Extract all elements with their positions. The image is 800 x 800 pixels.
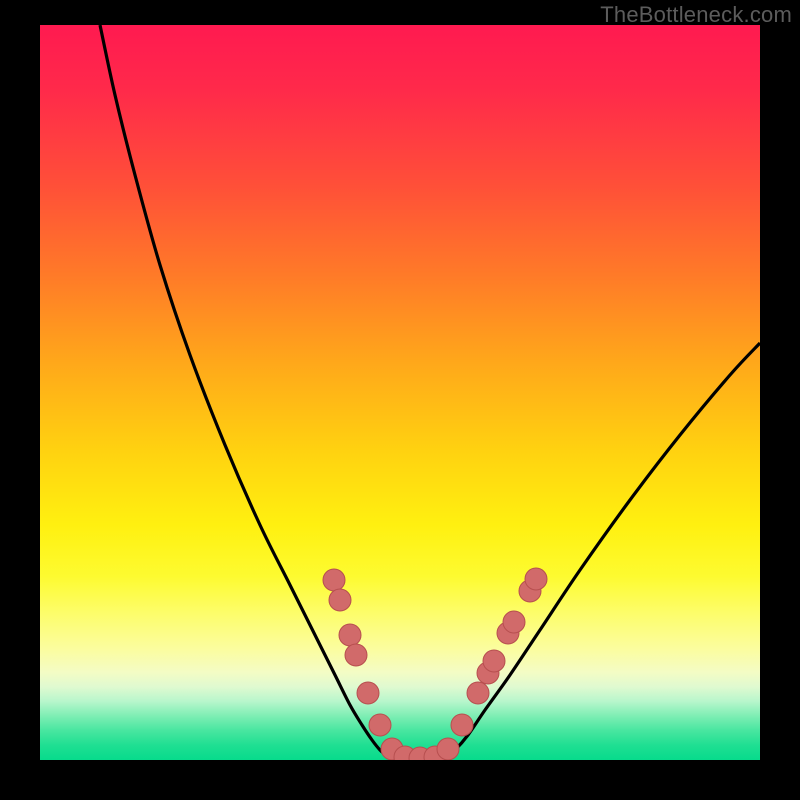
threshold-dot <box>357 682 379 704</box>
threshold-dot <box>329 589 351 611</box>
threshold-dot <box>339 624 361 646</box>
threshold-dot <box>467 682 489 704</box>
chart-root: TheBottleneck.com <box>0 0 800 800</box>
threshold-dots-group <box>323 568 547 760</box>
threshold-dot <box>437 738 459 760</box>
threshold-dot <box>369 714 391 736</box>
threshold-dot <box>503 611 525 633</box>
threshold-dot <box>525 568 547 590</box>
threshold-dot <box>451 714 473 736</box>
threshold-dots-layer <box>40 25 760 760</box>
threshold-dot <box>345 644 367 666</box>
threshold-dot <box>323 569 345 591</box>
threshold-dot <box>483 650 505 672</box>
plot-area <box>40 25 760 760</box>
